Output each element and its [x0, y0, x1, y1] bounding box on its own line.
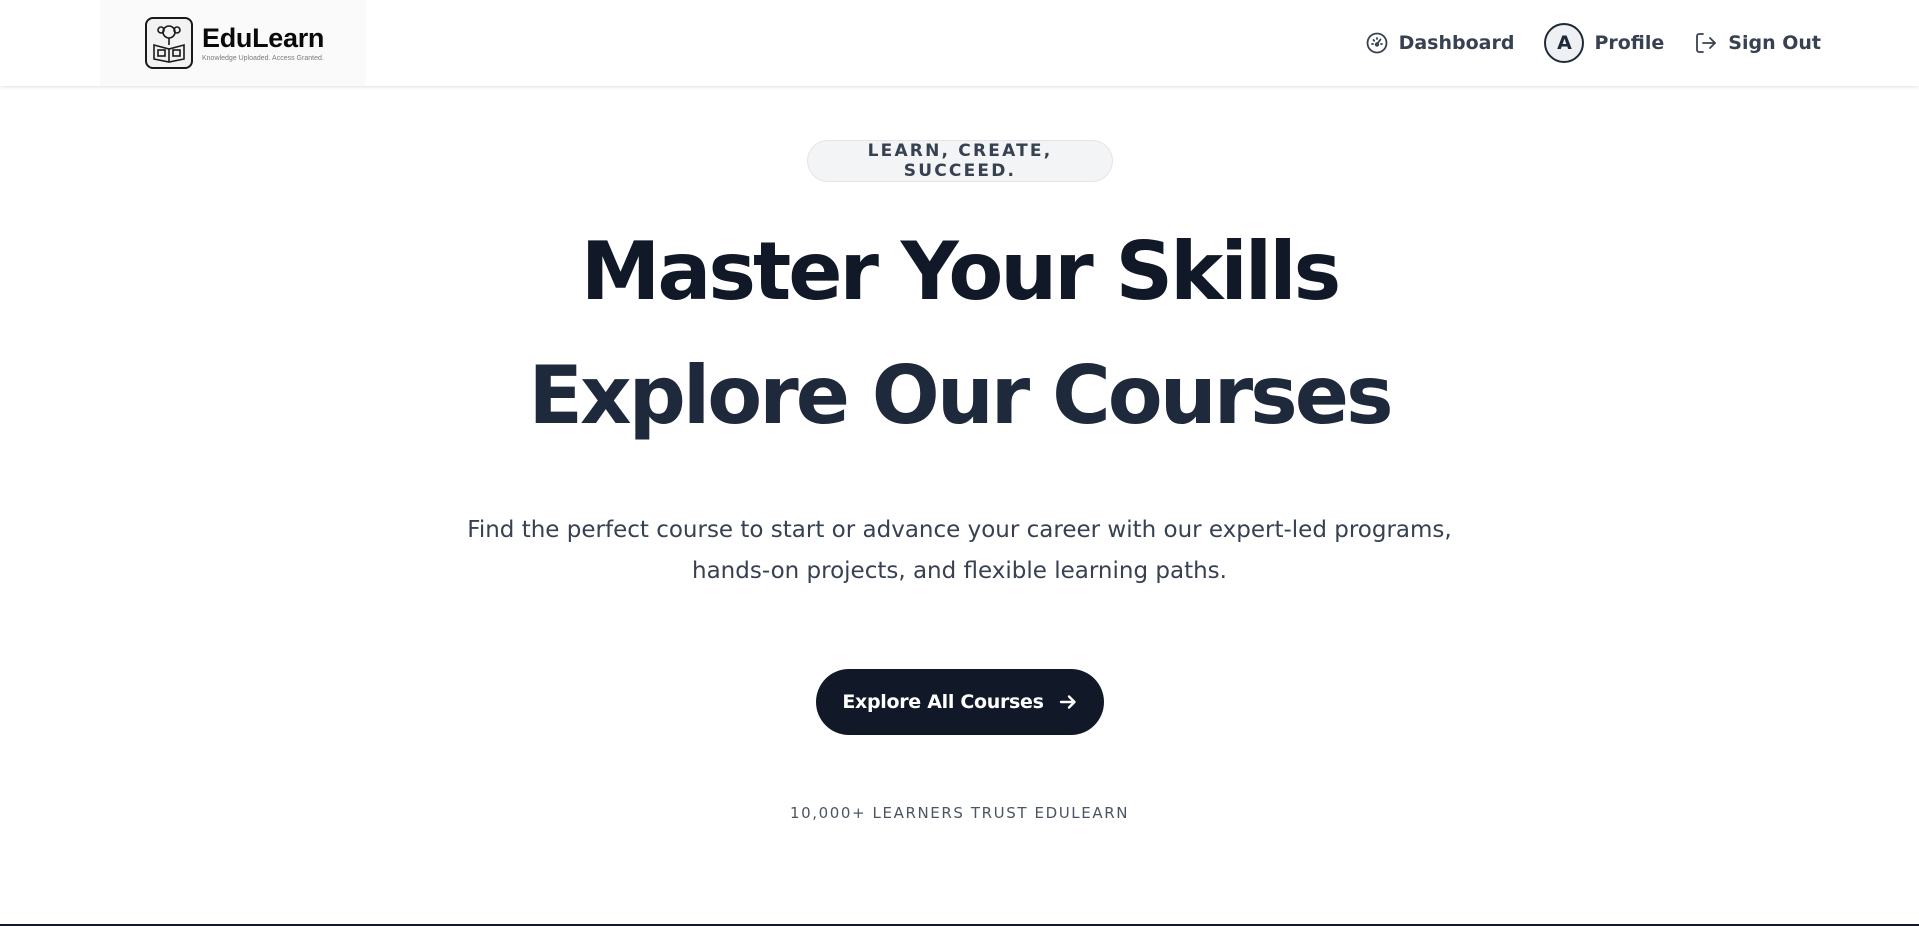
brand-logo[interactable]: EduLearn Knowledge Uploaded. Access Gran…	[100, 0, 366, 86]
avatar[interactable]: A	[1544, 23, 1585, 63]
nav-signout-button[interactable]: Sign Out	[1694, 31, 1821, 55]
nav-dashboard-link[interactable]: Dashboard	[1365, 31, 1515, 55]
arrow-right-icon	[1059, 695, 1076, 709]
site-header: EduLearn Knowledge Uploaded. Access Gran…	[0, 0, 1919, 86]
gauge-icon	[1366, 32, 1387, 54]
nav-profile-label: Profile	[1594, 32, 1665, 54]
sign-out-icon	[1696, 33, 1717, 53]
book-logo-icon	[145, 17, 193, 69]
hero-description: Find the perfect course to start or adva…	[467, 517, 1452, 584]
main-nav: Dashboard A Profile Sign Out	[1365, 0, 1821, 86]
brand-tagline: Knowledge Uploaded. Access Granted.	[202, 55, 324, 62]
nav-profile-link[interactable]: A Profile	[1544, 23, 1664, 63]
explore-courses-label: Explore All Courses	[842, 691, 1044, 713]
explore-courses-button[interactable]: Explore All Courses	[816, 669, 1104, 735]
hero-title-line1: Master Your Skills	[580, 225, 1342, 318]
hero-title-line2: Explore Our Courses	[528, 349, 1393, 442]
brand-name: EduLearn	[202, 23, 325, 53]
trust-text: 10,000+ LEARNERS TRUST EDULEARN	[789, 804, 1130, 822]
eyebrow-badge: LEARN, CREATE, SUCCEED.	[807, 140, 1113, 182]
nav-dashboard-label: Dashboard	[1398, 32, 1515, 54]
nav-signout-label: Sign Out	[1728, 32, 1821, 54]
